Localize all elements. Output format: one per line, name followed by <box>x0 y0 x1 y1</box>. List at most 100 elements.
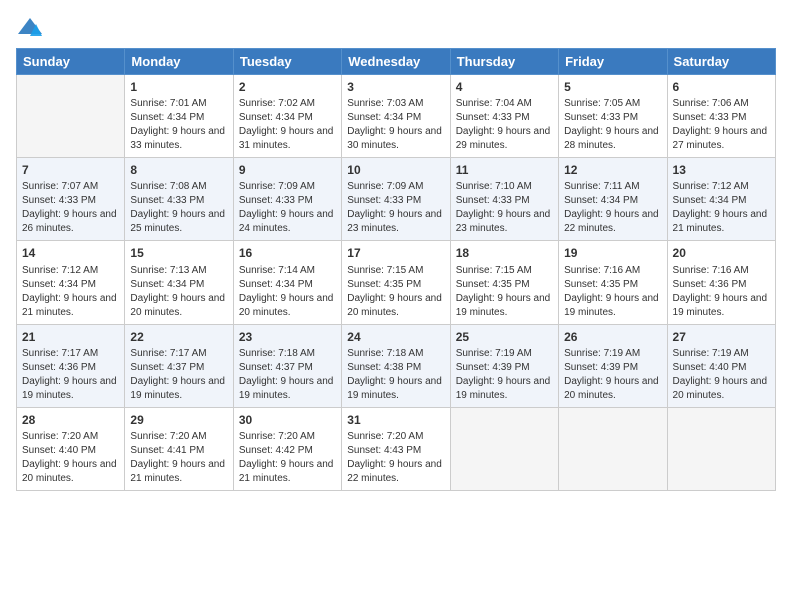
day-info: Sunrise: 7:20 AMSunset: 4:43 PMDaylight:… <box>347 430 444 486</box>
calendar-week-row: 1 Sunrise: 7:01 AMSunset: 4:34 PMDaylight… <box>17 75 776 158</box>
day-header-friday: Friday <box>559 49 667 75</box>
calendar-cell: 7 Sunrise: 7:07 AMSunset: 4:33 PMDaylight… <box>17 158 125 241</box>
day-info: Sunrise: 7:13 AMSunset: 4:34 PMDaylight:… <box>130 264 227 320</box>
day-info: Sunrise: 7:05 AMSunset: 4:33 PMDaylight:… <box>564 97 661 153</box>
day-info: Sunrise: 7:18 AMSunset: 4:37 PMDaylight:… <box>239 347 336 403</box>
day-number: 29 <box>130 412 227 428</box>
day-number: 1 <box>130 79 227 95</box>
day-number: 20 <box>673 245 770 261</box>
calendar-cell: 18 Sunrise: 7:15 AMSunset: 4:35 PMDayligh… <box>450 241 558 324</box>
calendar-cell: 31 Sunrise: 7:20 AMSunset: 4:43 PMDayligh… <box>342 407 450 490</box>
day-number: 12 <box>564 162 661 178</box>
day-number: 14 <box>22 245 119 261</box>
day-info: Sunrise: 7:15 AMSunset: 4:35 PMDaylight:… <box>456 264 553 320</box>
calendar-cell: 30Sunrise: 7:20 AMSunset: 4:42 PMDayligh… <box>233 407 341 490</box>
calendar-cell: 25 Sunrise: 7:19 AMSunset: 4:39 PMDayligh… <box>450 324 558 407</box>
day-info: Sunrise: 7:10 AMSunset: 4:33 PMDaylight:… <box>456 180 553 236</box>
day-number: 30 <box>239 412 336 428</box>
day-number: 2 <box>239 79 336 95</box>
day-info: Sunrise: 7:15 AMSunset: 4:35 PMDaylight:… <box>347 264 444 320</box>
page: SundayMondayTuesdayWednesdayThursdayFrid… <box>0 0 792 612</box>
calendar-table: SundayMondayTuesdayWednesdayThursdayFrid… <box>16 48 776 491</box>
day-number: 25 <box>456 329 553 345</box>
calendar-cell: 29 Sunrise: 7:20 AMSunset: 4:41 PMDayligh… <box>125 407 233 490</box>
day-header-thursday: Thursday <box>450 49 558 75</box>
day-number: 24 <box>347 329 444 345</box>
day-header-monday: Monday <box>125 49 233 75</box>
calendar-cell: 10 Sunrise: 7:09 AMSunset: 4:33 PMDayligh… <box>342 158 450 241</box>
day-info: Sunrise: 7:01 AMSunset: 4:34 PMDaylight:… <box>130 97 227 153</box>
day-number: 4 <box>456 79 553 95</box>
calendar-cell: 1 Sunrise: 7:01 AMSunset: 4:34 PMDaylight… <box>125 75 233 158</box>
calendar-cell: 12 Sunrise: 7:11 AMSunset: 4:34 PMDayligh… <box>559 158 667 241</box>
day-number: 10 <box>347 162 444 178</box>
day-number: 17 <box>347 245 444 261</box>
day-number: 18 <box>456 245 553 261</box>
day-info: Sunrise: 7:20 AMSunset: 4:41 PMDaylight:… <box>130 430 227 486</box>
day-number: 11 <box>456 162 553 178</box>
calendar-week-row: 14 Sunrise: 7:12 AMSunset: 4:34 PMDayligh… <box>17 241 776 324</box>
day-header-wednesday: Wednesday <box>342 49 450 75</box>
day-info: Sunrise: 7:18 AMSunset: 4:38 PMDaylight:… <box>347 347 444 403</box>
day-number: 8 <box>130 162 227 178</box>
calendar-week-row: 7 Sunrise: 7:07 AMSunset: 4:33 PMDaylight… <box>17 158 776 241</box>
calendar-cell: 23Sunrise: 7:18 AMSunset: 4:37 PMDayligh… <box>233 324 341 407</box>
day-header-saturday: Saturday <box>667 49 775 75</box>
calendar-cell: 21 Sunrise: 7:17 AMSunset: 4:36 PMDayligh… <box>17 324 125 407</box>
day-info: Sunrise: 7:14 AMSunset: 4:34 PMDaylight:… <box>239 264 336 320</box>
day-info: Sunrise: 7:17 AMSunset: 4:36 PMDaylight:… <box>22 347 119 403</box>
day-info: Sunrise: 7:08 AMSunset: 4:33 PMDaylight:… <box>130 180 227 236</box>
day-number: 31 <box>347 412 444 428</box>
day-number: 19 <box>564 245 661 261</box>
day-info: Sunrise: 7:09 AMSunset: 4:33 PMDaylight:… <box>347 180 444 236</box>
day-number: 28 <box>22 412 119 428</box>
day-info: Sunrise: 7:12 AMSunset: 4:34 PMDaylight:… <box>673 180 770 236</box>
calendar-week-row: 28Sunrise: 7:20 AMSunset: 4:40 PMDayligh… <box>17 407 776 490</box>
day-info: Sunrise: 7:19 AMSunset: 4:39 PMDaylight:… <box>456 347 553 403</box>
calendar-cell: 16 Sunrise: 7:14 AMSunset: 4:34 PMDayligh… <box>233 241 341 324</box>
calendar-cell: 20 Sunrise: 7:16 AMSunset: 4:36 PMDayligh… <box>667 241 775 324</box>
calendar-cell: 14 Sunrise: 7:12 AMSunset: 4:34 PMDayligh… <box>17 241 125 324</box>
calendar-cell: 22Sunrise: 7:17 AMSunset: 4:37 PMDayligh… <box>125 324 233 407</box>
calendar-cell: 13 Sunrise: 7:12 AMSunset: 4:34 PMDayligh… <box>667 158 775 241</box>
day-number: 3 <box>347 79 444 95</box>
day-number: 9 <box>239 162 336 178</box>
day-info: Sunrise: 7:03 AMSunset: 4:34 PMDaylight:… <box>347 97 444 153</box>
calendar-cell <box>450 407 558 490</box>
day-info: Sunrise: 7:16 AMSunset: 4:36 PMDaylight:… <box>673 264 770 320</box>
day-info: Sunrise: 7:02 AMSunset: 4:34 PMDaylight:… <box>239 97 336 153</box>
calendar-cell <box>667 407 775 490</box>
calendar-cell: 9Sunrise: 7:09 AMSunset: 4:33 PMDaylight… <box>233 158 341 241</box>
calendar-cell: 6 Sunrise: 7:06 AMSunset: 4:33 PMDaylight… <box>667 75 775 158</box>
day-number: 16 <box>239 245 336 261</box>
calendar-cell: 4 Sunrise: 7:04 AMSunset: 4:33 PMDaylight… <box>450 75 558 158</box>
calendar-cell: 15Sunrise: 7:13 AMSunset: 4:34 PMDayligh… <box>125 241 233 324</box>
day-info: Sunrise: 7:19 AMSunset: 4:39 PMDaylight:… <box>564 347 661 403</box>
day-number: 6 <box>673 79 770 95</box>
calendar-cell: 19 Sunrise: 7:16 AMSunset: 4:35 PMDayligh… <box>559 241 667 324</box>
day-info: Sunrise: 7:11 AMSunset: 4:34 PMDaylight:… <box>564 180 661 236</box>
calendar-header-row: SundayMondayTuesdayWednesdayThursdayFrid… <box>17 49 776 75</box>
calendar-cell: 28Sunrise: 7:20 AMSunset: 4:40 PMDayligh… <box>17 407 125 490</box>
calendar-cell: 27Sunrise: 7:19 AMSunset: 4:40 PMDayligh… <box>667 324 775 407</box>
calendar-cell <box>17 75 125 158</box>
day-info: Sunrise: 7:07 AMSunset: 4:33 PMDaylight:… <box>22 180 119 236</box>
calendar-cell: 5Sunrise: 7:05 AMSunset: 4:33 PMDaylight… <box>559 75 667 158</box>
calendar-cell: 24 Sunrise: 7:18 AMSunset: 4:38 PMDayligh… <box>342 324 450 407</box>
calendar-cell: 11 Sunrise: 7:10 AMSunset: 4:33 PMDayligh… <box>450 158 558 241</box>
day-number: 13 <box>673 162 770 178</box>
day-header-tuesday: Tuesday <box>233 49 341 75</box>
day-number: 22 <box>130 329 227 345</box>
day-info: Sunrise: 7:12 AMSunset: 4:34 PMDaylight:… <box>22 264 119 320</box>
calendar-week-row: 21 Sunrise: 7:17 AMSunset: 4:36 PMDayligh… <box>17 324 776 407</box>
calendar-cell: 8 Sunrise: 7:08 AMSunset: 4:33 PMDaylight… <box>125 158 233 241</box>
calendar-cell: 26Sunrise: 7:19 AMSunset: 4:39 PMDayligh… <box>559 324 667 407</box>
day-info: Sunrise: 7:19 AMSunset: 4:40 PMDaylight:… <box>673 347 770 403</box>
day-number: 7 <box>22 162 119 178</box>
calendar-cell: 17 Sunrise: 7:15 AMSunset: 4:35 PMDayligh… <box>342 241 450 324</box>
day-info: Sunrise: 7:16 AMSunset: 4:35 PMDaylight:… <box>564 264 661 320</box>
day-info: Sunrise: 7:06 AMSunset: 4:33 PMDaylight:… <box>673 97 770 153</box>
day-info: Sunrise: 7:04 AMSunset: 4:33 PMDaylight:… <box>456 97 553 153</box>
logo <box>16 14 46 42</box>
day-number: 21 <box>22 329 119 345</box>
